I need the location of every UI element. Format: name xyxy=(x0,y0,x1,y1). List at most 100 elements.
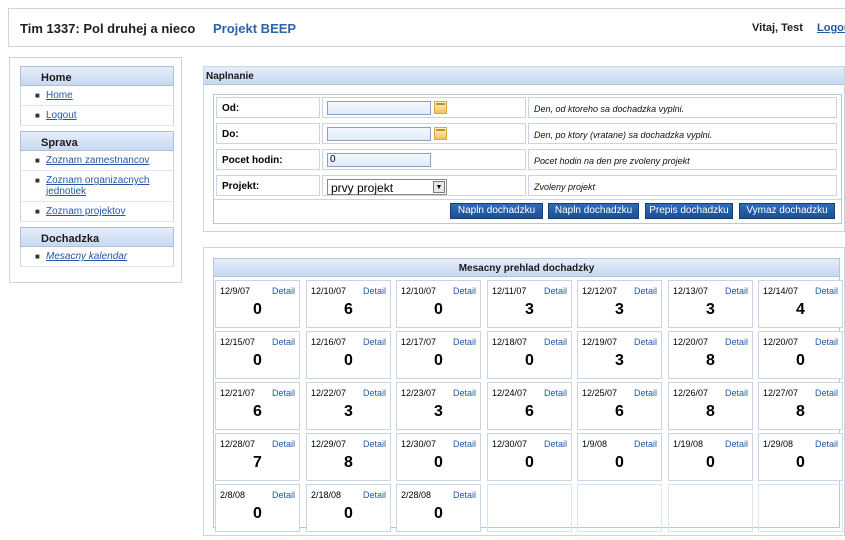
sidebar-item-employees[interactable]: ■ Zoznam zamestnancov xyxy=(20,151,174,171)
calendar-day-cell: 12/23/07 Detail 3 xyxy=(396,382,481,430)
day-detail-link[interactable]: Detail xyxy=(453,286,476,296)
fill-button[interactable]: Napln dochadzku xyxy=(450,203,543,219)
day-hours: 0 xyxy=(525,352,534,369)
day-detail-link[interactable]: Detail xyxy=(363,337,386,347)
bullet-icon: ■ xyxy=(35,91,40,100)
calendar-day-cell: 12/10/07 Detail 6 xyxy=(306,280,391,328)
day-detail-link[interactable]: Detail xyxy=(453,337,476,347)
project-cell: prvy projekt ▼ xyxy=(322,175,526,196)
calendar-empty-cell xyxy=(668,484,753,532)
calendar-day-cell: 12/10/07 Detail 0 xyxy=(396,280,481,328)
calendar-day-cell: 2/8/08 Detail 0 xyxy=(215,484,300,532)
day-detail-link[interactable]: Detail xyxy=(544,439,567,449)
calendar-day-cell: 12/27/07 Detail 8 xyxy=(758,382,843,430)
day-detail-link[interactable]: Detail xyxy=(634,337,657,347)
calendar-day-cell: 12/28/07 Detail 7 xyxy=(215,433,300,481)
day-hours: 0 xyxy=(706,454,715,471)
sidebar-item-home[interactable]: ■ Home xyxy=(20,86,174,106)
sidebar-link-projects[interactable]: Zoznam projektov xyxy=(46,206,125,217)
hours-input[interactable]: 0 xyxy=(327,153,431,167)
day-detail-link[interactable]: Detail xyxy=(272,337,295,347)
sidebar-link-org-units[interactable]: Zoznam organizacnych jednotiek xyxy=(46,175,149,197)
day-detail-link[interactable]: Detail xyxy=(815,439,838,449)
project-select[interactable]: prvy projekt ▼ xyxy=(327,179,447,195)
sidebar-link-calendar[interactable]: Mesacny kalendar xyxy=(46,251,127,262)
od-input[interactable] xyxy=(327,101,431,115)
day-detail-link[interactable]: Detail xyxy=(725,337,748,347)
day-detail-link[interactable]: Detail xyxy=(634,439,657,449)
day-hours: 0 xyxy=(796,352,805,369)
calendar-day-cell: 12/30/07 Detail 0 xyxy=(487,433,572,481)
day-detail-link[interactable]: Detail xyxy=(544,337,567,347)
day-date: 12/20/07 xyxy=(763,337,799,347)
day-detail-link[interactable]: Detail xyxy=(363,490,386,500)
day-detail-link[interactable]: Detail xyxy=(634,388,657,398)
day-hours: 6 xyxy=(253,403,262,420)
day-detail-link[interactable]: Detail xyxy=(544,388,567,398)
day-detail-link[interactable]: Detail xyxy=(363,439,386,449)
bullet-icon: ■ xyxy=(35,156,40,165)
overwrite-button[interactable]: Prepis dochadzku xyxy=(645,203,733,219)
day-date: 12/15/07 xyxy=(220,337,256,347)
sidebar-item-logout[interactable]: ■ Logout xyxy=(20,106,174,126)
sidebar-link-employees[interactable]: Zoznam zamestnancov xyxy=(46,155,149,166)
day-detail-link[interactable]: Detail xyxy=(272,439,295,449)
day-hours: 0 xyxy=(253,352,262,369)
calendar-day-cell: 12/22/07 Detail 3 xyxy=(306,382,391,430)
sidebar-section-sprava: Sprava xyxy=(20,131,174,151)
calendar-empty-cell xyxy=(487,484,572,532)
do-calendar-icon[interactable] xyxy=(434,127,447,140)
day-detail-link[interactable]: Detail xyxy=(725,286,748,296)
delete-button[interactable]: Vymaz dochadzku xyxy=(739,203,835,219)
day-date: 12/26/07 xyxy=(673,388,709,398)
logout-link[interactable]: Logout xyxy=(817,22,845,34)
day-detail-link[interactable]: Detail xyxy=(725,439,748,449)
day-date: 12/9/07 xyxy=(220,286,251,296)
day-date: 12/30/07 xyxy=(492,439,528,449)
sidebar-section-dochadzka: Dochadzka xyxy=(20,227,174,247)
day-detail-link[interactable]: Detail xyxy=(363,286,386,296)
day-detail-link[interactable]: Detail xyxy=(453,388,476,398)
day-date: 12/10/07 xyxy=(401,286,437,296)
day-hours: 8 xyxy=(344,454,353,471)
day-detail-link[interactable]: Detail xyxy=(725,388,748,398)
day-detail-link[interactable]: Detail xyxy=(453,490,476,500)
day-hours: 3 xyxy=(615,301,624,318)
form-row-do: Do: Den, po ktory (vratane) sa dochadzka… xyxy=(214,121,841,144)
day-detail-link[interactable]: Detail xyxy=(453,439,476,449)
day-detail-link[interactable]: Detail xyxy=(544,286,567,296)
day-detail-link[interactable]: Detail xyxy=(272,490,295,500)
day-date: 2/8/08 xyxy=(220,490,246,500)
day-detail-link[interactable]: Detail xyxy=(272,286,295,296)
calendar-day-cell: 12/19/07 Detail 3 xyxy=(577,331,662,379)
day-hours: 3 xyxy=(615,352,624,369)
sidebar-link-home[interactable]: Home xyxy=(46,90,73,101)
fill-button-2[interactable]: Napln dochadzku xyxy=(548,203,639,219)
do-input[interactable] xyxy=(327,127,431,141)
day-detail-link[interactable]: Detail xyxy=(815,286,838,296)
day-detail-link[interactable]: Detail xyxy=(815,337,838,347)
calendar-day-cell: 1/29/08 Detail 0 xyxy=(758,433,843,481)
day-date: 12/21/07 xyxy=(220,388,256,398)
day-detail-link[interactable]: Detail xyxy=(363,388,386,398)
day-hours: 8 xyxy=(706,352,715,369)
od-calendar-icon[interactable] xyxy=(434,101,447,114)
sidebar-item-calendar[interactable]: ■ Mesacny kalendar xyxy=(20,247,174,267)
sidebar-item-org-units[interactable]: ■ Zoznam organizacnych jednotiek xyxy=(20,171,174,202)
chevron-down-icon[interactable]: ▼ xyxy=(433,181,445,193)
sidebar-link-logout[interactable]: Logout xyxy=(46,110,77,121)
day-date: 12/18/07 xyxy=(492,337,528,347)
hours-description: Pocet hodin na den pre zvoleny projekt xyxy=(528,149,837,170)
calendar-day-cell: 12/29/07 Detail 8 xyxy=(306,433,391,481)
header-border-left xyxy=(8,8,9,47)
day-hours: 3 xyxy=(344,403,353,420)
calendar-grid: Mesacny prehlad dochadzky 12/9/07 Detail 0… xyxy=(213,258,843,532)
sidebar-menu: Home ■ Home ■ Logout Sprava ■ Zoznam zamest… xyxy=(20,66,174,267)
sidebar-item-projects[interactable]: ■ Zoznam projektov xyxy=(20,202,174,222)
day-detail-link[interactable]: Detail xyxy=(634,286,657,296)
day-detail-link[interactable]: Detail xyxy=(272,388,295,398)
bullet-icon: ■ xyxy=(35,207,40,216)
day-date: 12/25/07 xyxy=(582,388,618,398)
calendar-day-cell: 12/14/07 Detail 4 xyxy=(758,280,843,328)
day-detail-link[interactable]: Detail xyxy=(815,388,838,398)
